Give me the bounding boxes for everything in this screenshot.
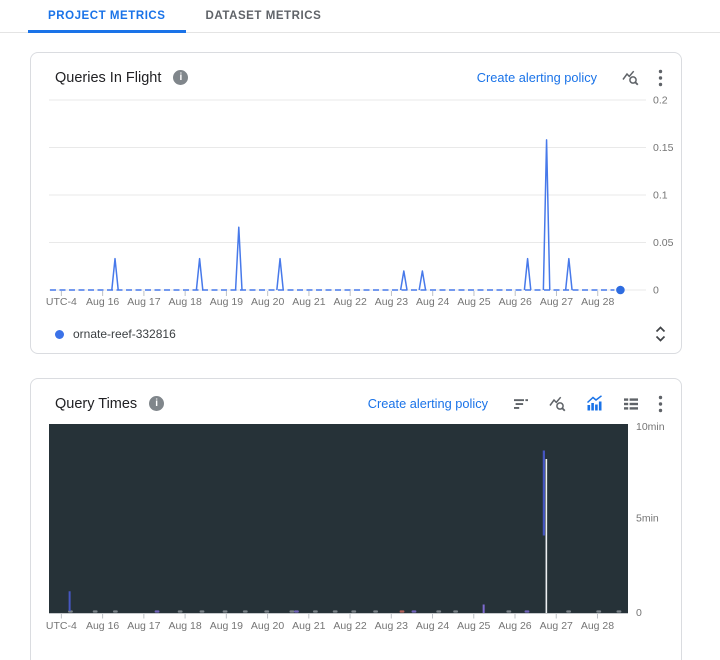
svg-text:Aug 16: Aug 16 [86,296,119,308]
chart-legend: ornate-reef-332816 [55,326,667,342]
legend-label[interactable]: ornate-reef-332816 [73,327,176,341]
svg-text:Aug 20: Aug 20 [251,296,284,308]
svg-text:Aug 23: Aug 23 [375,296,408,308]
svg-text:Aug 18: Aug 18 [168,620,201,632]
svg-text:Aug 21: Aug 21 [292,296,325,308]
tab-dataset-metrics-label: DATASET METRICS [205,10,322,22]
svg-text:Aug 17: Aug 17 [127,296,160,308]
svg-text:Aug 27: Aug 27 [540,620,573,632]
explore-data-icon[interactable] [548,394,567,413]
card-header: Queries In Flight i Create alerting poli… [31,53,681,87]
explore-data-icon[interactable] [621,68,640,87]
svg-text:Aug 19: Aug 19 [210,620,243,632]
svg-text:0: 0 [636,607,642,619]
svg-text:UTC-4: UTC-4 [46,296,77,308]
active-tab-indicator [28,30,186,33]
svg-text:Aug 26: Aug 26 [499,296,532,308]
svg-text:Aug 23: Aug 23 [375,620,408,632]
query-times-heatmap[interactable]: 10min 5min 0 UTC-4 Aug 16 Aug 17 Aug 18 Aug 19 A… [31,416,681,656]
legend-color-dot [55,329,64,339]
more-options-icon[interactable] [658,69,663,87]
svg-text:Aug 21: Aug 21 [292,620,325,632]
tab-project-metrics[interactable]: PROJECT METRICS [28,0,186,33]
card-actions: Create alerting policy [477,68,663,87]
table-view-icon[interactable] [622,395,640,413]
svg-text:0.2: 0.2 [653,95,668,107]
info-icon[interactable]: i [149,396,165,411]
info-icon[interactable]: i [173,70,189,85]
svg-text:Aug 22: Aug 22 [334,296,367,308]
svg-text:Aug 18: Aug 18 [169,296,202,308]
tab-bar: PROJECT METRICS DATASET METRICS [0,0,720,33]
create-alerting-policy-link[interactable]: Create alerting policy [368,396,488,411]
svg-text:10min: 10min [636,421,665,433]
card-actions: Create alerting policy [368,394,663,413]
svg-text:UTC-4: UTC-4 [46,620,77,632]
svg-text:Aug 22: Aug 22 [333,620,366,632]
queries-in-flight-card: Queries In Flight i Create alerting poli… [30,52,682,354]
create-alerting-policy-link[interactable]: Create alerting policy [477,70,597,85]
svg-text:Aug 19: Aug 19 [210,296,243,308]
card-title: Query Times [55,395,138,412]
svg-text:Aug 25: Aug 25 [457,620,490,632]
queries-in-flight-chart[interactable]: 0 0.05 0.1 0.15 0.2 UTC-4 Aug 16 Aug 17 Aug 18 Au… [31,87,681,349]
svg-text:Aug 24: Aug 24 [416,620,449,632]
card-header: Query Times i Create alerting policy [31,379,681,413]
svg-text:Aug 26: Aug 26 [498,620,531,632]
unfold-more-icon[interactable] [654,326,667,342]
svg-text:Aug 25: Aug 25 [457,296,490,308]
svg-text:Aug 28: Aug 28 [581,296,614,308]
bar-chart-view-icon[interactable] [585,394,604,413]
svg-text:Aug 16: Aug 16 [86,620,119,632]
svg-text:Aug 27: Aug 27 [540,296,573,308]
svg-text:Aug 20: Aug 20 [251,620,284,632]
svg-text:0.15: 0.15 [653,142,674,154]
tab-project-metrics-label: PROJECT METRICS [48,10,166,22]
svg-text:Aug 28: Aug 28 [581,620,614,632]
query-times-card: Query Times i Create alerting policy 10m… [30,378,682,660]
tab-dataset-metrics[interactable]: DATASET METRICS [186,0,342,32]
svg-text:0.1: 0.1 [653,190,668,202]
filter-lines-icon[interactable] [512,395,530,413]
svg-text:Aug 24: Aug 24 [416,296,449,308]
svg-text:0: 0 [653,285,659,297]
more-options-icon[interactable] [658,395,663,413]
metrics-page: PROJECT METRICS DATASET METRICS Queries … [0,0,720,660]
card-title: Queries In Flight [55,69,162,86]
svg-text:5min: 5min [636,513,659,525]
svg-text:Aug 17: Aug 17 [127,620,160,632]
svg-text:0.05: 0.05 [653,237,674,249]
